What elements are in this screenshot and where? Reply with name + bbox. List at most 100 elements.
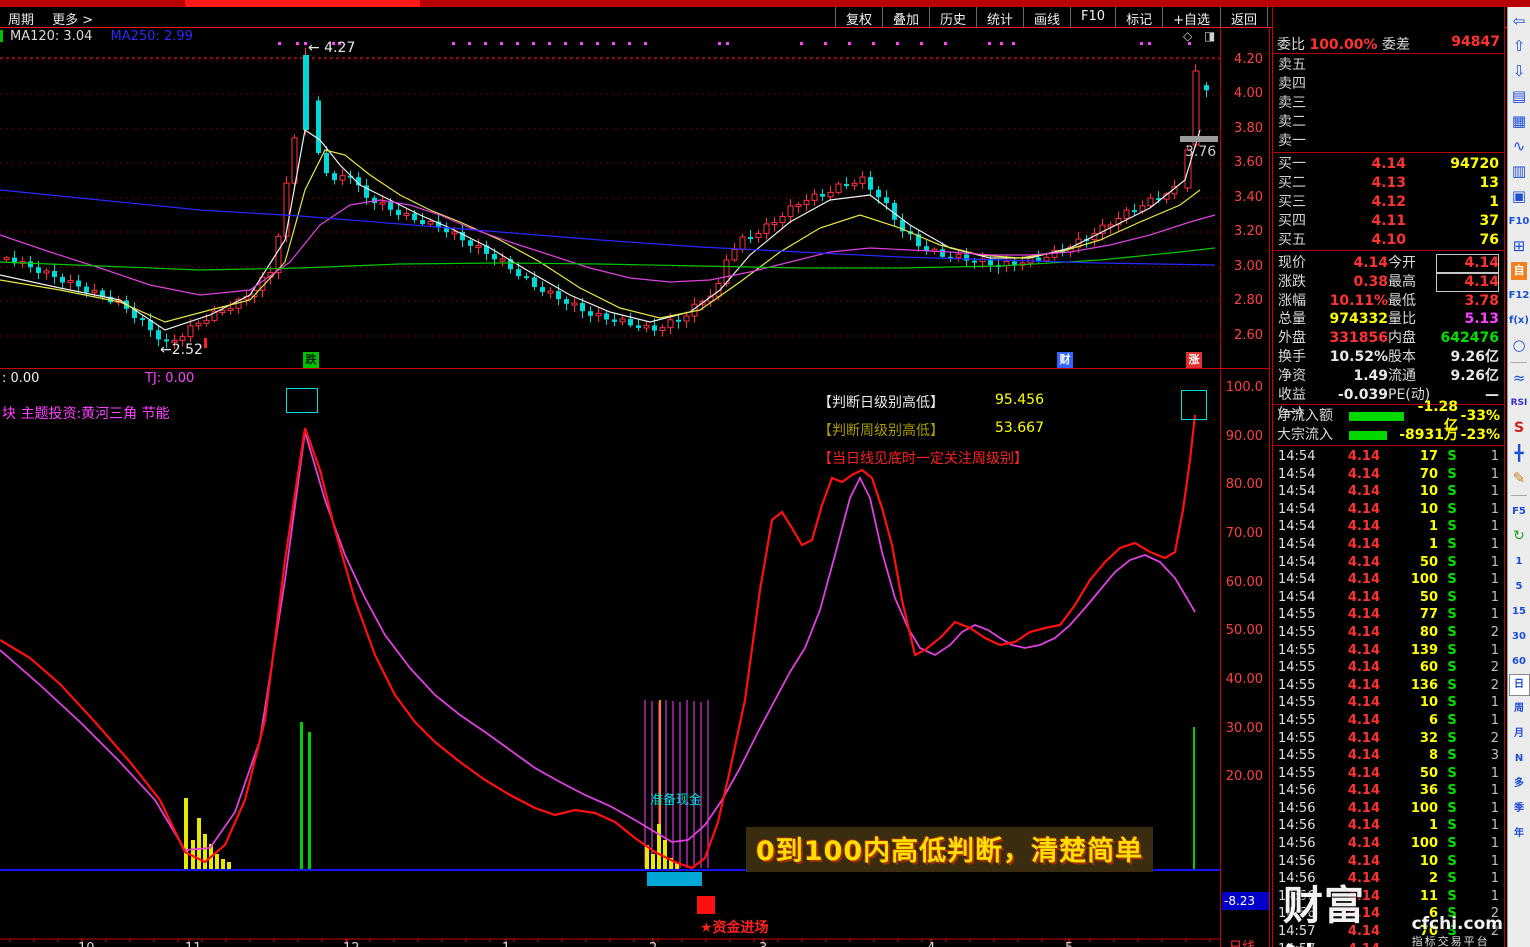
menu-item[interactable]: 复权 (834, 7, 882, 28)
trade-price: 4.14 (1347, 466, 1380, 482)
period-1min[interactable]: 1 (1509, 549, 1530, 574)
trade-price: 4.14 (1347, 519, 1380, 535)
kline-icon[interactable]: ▥ (1509, 159, 1530, 184)
prev-close-bar (1180, 136, 1218, 142)
period-60min[interactable]: 60 (1509, 649, 1530, 674)
buy-level-row[interactable]: 买五 4.10 76 (1273, 231, 1504, 250)
daily-judge-label: 【判断日级别高低】 (818, 395, 944, 411)
f12-button[interactable]: F12 (1509, 283, 1530, 308)
menu-item[interactable]: 叠加 (881, 7, 929, 28)
period-30min[interactable]: 30 (1509, 624, 1530, 649)
circle-icon[interactable]: ○ (1509, 333, 1530, 358)
ma-legend-tick (0, 30, 3, 42)
weibi-row: 委比 100.00% 委差 94847 (1273, 34, 1504, 54)
buy-level-volume: 37 (1479, 213, 1499, 229)
trade-count: 1 (1490, 554, 1499, 570)
tick-trade-row: 14:55 4.14 8 S 3 (1273, 747, 1504, 765)
trade-direction: S (1447, 783, 1457, 799)
stat-label: 今开 (1388, 255, 1416, 271)
indicator-panel[interactable]: 10111212345 : 0.00 TJ: 0.00 块 主题投资:黄河三角 … (0, 369, 1220, 947)
move-icon[interactable]: ╋ (1509, 441, 1530, 466)
stat-row: 净资 1.49 流通 9.26亿 (1273, 367, 1504, 386)
trade-price: 4.14 (1347, 712, 1380, 728)
period-n[interactable]: N (1509, 746, 1530, 771)
sector-label[interactable]: 块 主题投资:黄河三角 节能 (2, 403, 170, 423)
indicator-axis-label: 70.00 (1225, 526, 1263, 541)
menu-item[interactable]: +自选 (1162, 7, 1220, 28)
trade-direction: S (1447, 730, 1457, 746)
tick-trade-row: 14:55 4.14 77 S 1 (1273, 606, 1504, 624)
tree-icon[interactable]: ⊞ (1509, 234, 1530, 259)
weibi-label: 委比 (1277, 37, 1305, 53)
trade-direction: S (1447, 818, 1457, 834)
table-icon[interactable]: ▦ (1509, 109, 1530, 134)
indicator-axis-label: 20.00 (1225, 769, 1263, 784)
sell-level-label: 卖五 (1278, 57, 1306, 73)
prepare-cash-label: 准备现金 (650, 793, 703, 808)
rsi-button[interactable]: RSI (1509, 391, 1530, 416)
buy-level-row[interactable]: 买二 4.13 13 (1273, 174, 1504, 193)
sell-level-row[interactable]: 卖五 (1273, 56, 1504, 75)
trade-direction: S (1447, 536, 1457, 552)
zixuan-icon[interactable]: 自 (1511, 262, 1527, 280)
period-month[interactable]: 月 (1509, 721, 1530, 746)
badge-down[interactable]: 跌 (303, 352, 319, 368)
svg-text:2: 2 (649, 941, 657, 947)
badge-up[interactable]: 涨 (1186, 352, 1202, 368)
period-day[interactable]: 日 (1508, 674, 1530, 696)
menu-period[interactable]: 周期 (8, 13, 34, 28)
period-5min[interactable]: 5 (1509, 574, 1530, 599)
fx-icon[interactable]: f(x) (1509, 308, 1530, 333)
trade-count: 2 (1490, 730, 1499, 746)
pencil-icon[interactable]: ✎ (1509, 466, 1530, 491)
wave-icon[interactable]: ≈ (1509, 366, 1530, 391)
buy-level-row[interactable]: 买四 4.11 37 (1273, 212, 1504, 231)
menu-item[interactable]: 统计 (976, 7, 1023, 28)
period-year[interactable]: 年 (1509, 821, 1530, 846)
sell-level-row[interactable]: 卖四 (1273, 75, 1504, 94)
candlestick-chart[interactable]: MA120: 3.04 MA250: 2.99 ◇ ◨ ← 4.27 ←2.52… (0, 28, 1220, 369)
refresh-icon[interactable]: ↻ (1509, 524, 1530, 549)
sell-level-row[interactable]: 卖三 (1273, 94, 1504, 113)
sell-level-row[interactable]: 卖一 (1273, 132, 1504, 151)
menu-item[interactable]: 标记 (1115, 7, 1162, 28)
stat-row: 总量 974332 量比 5.13 (1273, 310, 1504, 329)
indicator-axis-label: 30.00 (1225, 721, 1263, 736)
buy-level-row[interactable]: 买三 4.12 1 (1273, 193, 1504, 212)
down-icon[interactable]: ⇩ (1509, 59, 1530, 84)
trend-icon[interactable]: ∿ (1509, 134, 1530, 159)
s-indicator-icon[interactable]: S (1509, 416, 1530, 441)
indicator-value-tj: TJ: 0.00 (145, 371, 195, 386)
buy-level-row[interactable]: 买一 4.14 94720 (1273, 155, 1504, 174)
f5-button[interactable]: F5 (1509, 499, 1530, 524)
sell-level-row[interactable]: 卖二 (1273, 113, 1504, 132)
period-quarter[interactable]: 季 (1509, 796, 1530, 821)
period-multi[interactable]: 多 (1509, 771, 1530, 796)
tick-trade-row: 14:56 4.14 36 S 1 (1273, 782, 1504, 800)
stat-label: 流通 (1388, 367, 1416, 384)
badge-finance[interactable]: 财 (1057, 352, 1073, 368)
menu-item[interactable]: 画线 (1023, 7, 1070, 28)
trade-price: 4.14 (1347, 765, 1380, 781)
trade-volume: 60 (1419, 660, 1438, 676)
divider[interactable] (1509, 491, 1530, 499)
chart-corner-icons[interactable]: ◇ ◨ (1183, 29, 1219, 43)
menu-more[interactable]: 更多 > (52, 13, 93, 28)
period-week[interactable]: 周 (1509, 696, 1530, 721)
f10-button[interactable]: F10 (1509, 209, 1530, 234)
trade-time: 14:55 (1278, 695, 1316, 711)
report-icon[interactable]: ▤ (1509, 84, 1530, 109)
trade-volume: 50 (1419, 589, 1438, 605)
trade-count: 1 (1490, 536, 1499, 552)
menu-item[interactable]: F10 (1070, 7, 1115, 28)
sell-level-volume (1406, 132, 1499, 151)
up-icon[interactable]: ⇧ (1509, 34, 1530, 59)
menu-item[interactable]: 历史 (928, 7, 976, 28)
tick-trade-row: 14:54 4.14 17 S 1 (1273, 448, 1504, 466)
period-15min[interactable]: 15 (1509, 599, 1530, 624)
back-icon[interactable]: ⇦ (1509, 9, 1530, 34)
trade-volume: 32 (1419, 730, 1438, 746)
trade-price: 4.14 (1347, 660, 1380, 676)
news-icon[interactable]: ▣ (1509, 184, 1530, 209)
divider[interactable] (1509, 358, 1530, 366)
